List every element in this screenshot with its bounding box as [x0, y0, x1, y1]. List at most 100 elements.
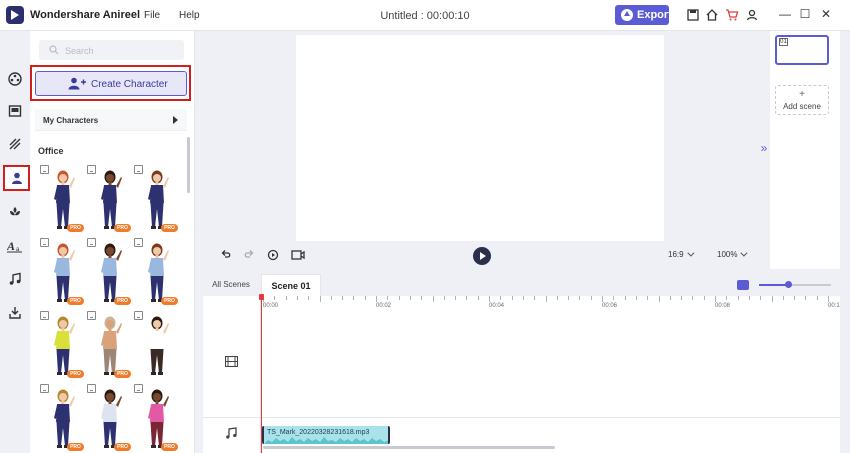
- ruler-tick: [376, 296, 377, 302]
- scenes-column: 01 + Add scene: [770, 31, 840, 269]
- ruler-label: 00:02: [376, 303, 392, 309]
- character-figure: [101, 316, 122, 375]
- download-icon[interactable]: [134, 311, 143, 320]
- character-card[interactable]: PRO: [87, 384, 133, 452]
- ruler-tick: [353, 296, 355, 300]
- download-icon[interactable]: [40, 311, 49, 320]
- ruler-tick: [703, 296, 705, 300]
- ruler-tick: [364, 296, 366, 300]
- search-input[interactable]: [39, 40, 184, 60]
- pro-badge: PRO: [67, 297, 84, 305]
- ruler-tick: [296, 296, 298, 300]
- panel-scrollbar[interactable]: [187, 137, 190, 193]
- export-button[interactable]: Export: [615, 5, 672, 25]
- close-icon[interactable]: ✕: [818, 6, 834, 22]
- rail-film-icon[interactable]: [5, 69, 25, 89]
- time-ruler[interactable]: 00:00 00:02 00:04 00:06 00:08 00:1: [261, 296, 840, 314]
- ruler-tick: [602, 296, 603, 302]
- download-icon[interactable]: [87, 384, 96, 393]
- undo-icon[interactable]: [220, 249, 232, 261]
- download-icon[interactable]: [87, 165, 96, 174]
- character-card[interactable]: PRO: [134, 384, 180, 452]
- download-icon[interactable]: [40, 165, 49, 174]
- search-icon: [49, 45, 59, 55]
- ruler-tick: [647, 296, 649, 300]
- audio-clip[interactable]: TS_Mark_20220328231618.mp3: [262, 426, 390, 444]
- tab-all-scenes[interactable]: All Scenes: [209, 274, 253, 296]
- ruler-tick: [669, 296, 671, 300]
- rail-import-icon[interactable]: [5, 303, 25, 323]
- ruler-tick: [568, 296, 570, 300]
- download-icon[interactable]: [134, 238, 143, 247]
- character-figure: [54, 389, 75, 448]
- timeline-zoom-handle[interactable]: [785, 281, 792, 288]
- scene-thumbnail[interactable]: 01: [775, 35, 829, 65]
- document-title: Untitled : 00:00:10: [380, 10, 470, 22]
- character-card[interactable]: PRO: [87, 165, 133, 233]
- ruler-tick: [635, 296, 637, 300]
- redo-icon[interactable]: [243, 249, 255, 261]
- ruler-tick: [455, 296, 457, 300]
- rail-character-icon[interactable]: [3, 165, 30, 191]
- character-figure: [101, 243, 122, 302]
- download-icon[interactable]: [40, 384, 49, 393]
- ruler-tick: [443, 296, 445, 300]
- ruler-tick: [715, 296, 716, 302]
- ruler-tick: [737, 296, 739, 300]
- account-icon[interactable]: [745, 8, 759, 22]
- play-button[interactable]: [473, 247, 491, 265]
- rail-text-icon[interactable]: Aa: [5, 236, 25, 256]
- playhead-handle[interactable]: [259, 294, 264, 300]
- character-card[interactable]: PRO: [40, 311, 86, 379]
- create-character-button[interactable]: Create Character: [35, 71, 187, 96]
- character-card[interactable]: PRO: [40, 165, 86, 233]
- ruler-tick: [534, 296, 536, 300]
- audio-track-icon: [226, 427, 237, 439]
- cart-icon[interactable]: [725, 8, 739, 22]
- replay-icon[interactable]: [267, 249, 279, 261]
- ruler-tick: [748, 296, 750, 300]
- ruler-tick: [805, 296, 807, 300]
- pro-badge: PRO: [161, 297, 178, 305]
- character-card[interactable]: PRO: [40, 384, 86, 452]
- download-icon[interactable]: [134, 384, 143, 393]
- character-figure: [101, 389, 122, 448]
- stage-canvas[interactable]: [296, 35, 664, 241]
- ruler-label: 00:04: [489, 303, 505, 309]
- character-card[interactable]: PRO: [87, 238, 133, 306]
- download-icon[interactable]: [134, 165, 143, 174]
- ruler-tick: [624, 296, 626, 300]
- title-bar: Wondershare Anireel File Help Untitled :…: [0, 0, 850, 31]
- character-card[interactable]: PRO: [134, 165, 180, 233]
- ruler-tick: [500, 296, 502, 300]
- minimize-icon[interactable]: —: [777, 6, 793, 22]
- download-icon[interactable]: [40, 238, 49, 247]
- maximize-icon[interactable]: ☐: [797, 6, 813, 22]
- my-characters-row[interactable]: My Characters: [35, 109, 187, 131]
- download-icon[interactable]: [87, 311, 96, 320]
- home-icon[interactable]: [705, 8, 719, 22]
- fit-timeline-icon[interactable]: [737, 280, 749, 290]
- character-card[interactable]: [134, 311, 180, 379]
- rail-scene-icon[interactable]: [5, 101, 25, 121]
- timeline-scrollbar[interactable]: [263, 446, 555, 449]
- collapse-panel-icon[interactable]: »: [758, 141, 770, 155]
- ruler-tick: [658, 296, 660, 302]
- download-icon[interactable]: [87, 238, 96, 247]
- rail-music-icon[interactable]: [5, 269, 25, 289]
- zoom-select[interactable]: 100%: [717, 249, 748, 259]
- rail-background-icon[interactable]: [5, 134, 25, 154]
- pro-badge: PRO: [161, 443, 178, 451]
- camera-icon[interactable]: [291, 249, 305, 261]
- add-scene-button[interactable]: + Add scene: [775, 85, 829, 115]
- character-card[interactable]: PRO: [40, 238, 86, 306]
- tab-scene-01[interactable]: Scene 01: [261, 274, 321, 296]
- rail-props-icon[interactable]: [5, 202, 25, 222]
- character-card[interactable]: PRO: [134, 238, 180, 306]
- ruler-tick: [274, 296, 276, 300]
- aspect-ratio-select[interactable]: 16:9: [668, 249, 695, 259]
- character-card[interactable]: PRO: [87, 311, 133, 379]
- character-figure: [54, 170, 75, 229]
- ruler-tick: [771, 296, 773, 302]
- save-icon[interactable]: [686, 8, 700, 22]
